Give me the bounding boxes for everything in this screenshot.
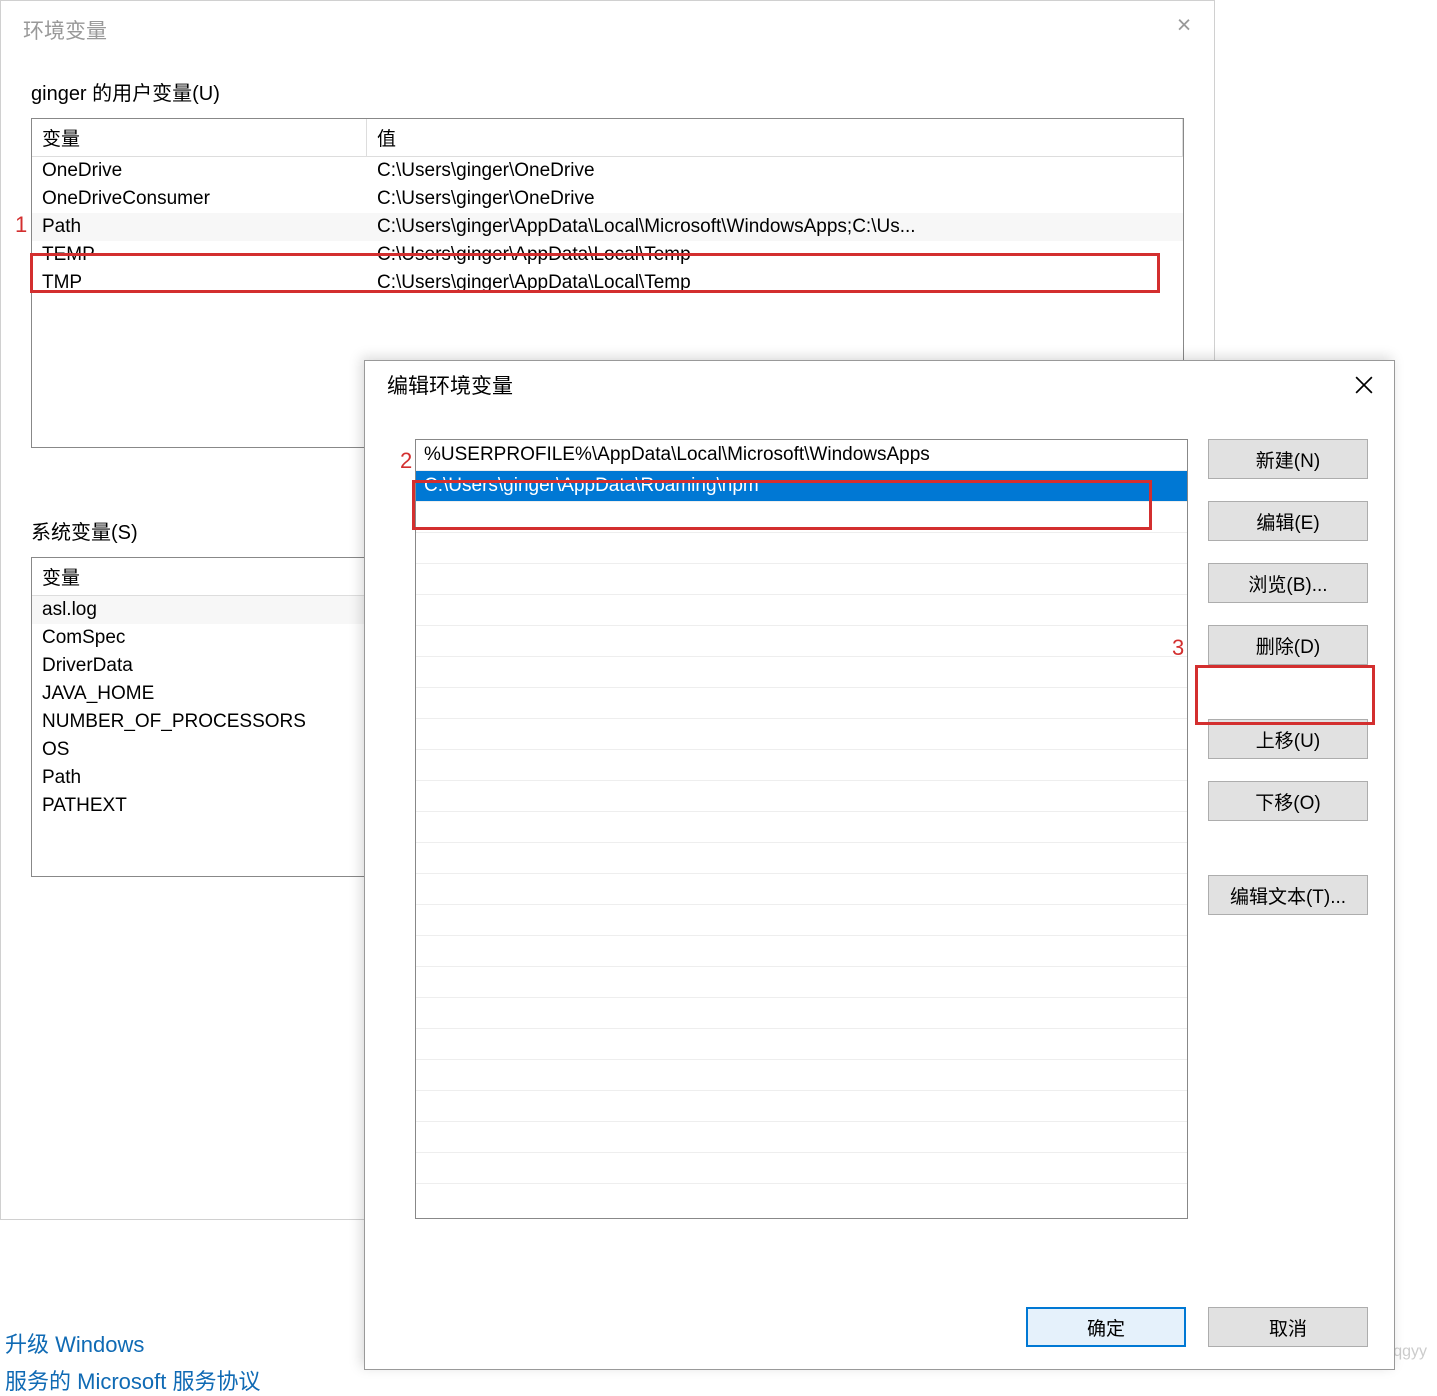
- dialog-footer: 确定 取消: [1026, 1307, 1368, 1347]
- list-item[interactable]: [416, 1029, 1187, 1060]
- header-value[interactable]: 值: [367, 119, 1183, 156]
- table-row[interactable]: TMP C:\Users\ginger\AppData\Local\Temp: [32, 269, 1183, 297]
- list-item[interactable]: [416, 781, 1187, 812]
- close-icon[interactable]: [1334, 361, 1394, 409]
- list-item[interactable]: [416, 874, 1187, 905]
- header-name[interactable]: 变量: [32, 558, 367, 595]
- list-item[interactable]: C:\Users\ginger\AppData\Roaming\npm: [416, 471, 1187, 502]
- annotation-1: 1: [15, 212, 27, 238]
- edit-env-var-window: 编辑环境变量 %USERPROFILE%\AppData\Local\Micro…: [364, 360, 1395, 1370]
- header-name[interactable]: 变量: [32, 119, 367, 156]
- list-item[interactable]: [416, 626, 1187, 657]
- title-bar: 编辑环境变量: [365, 361, 1394, 409]
- list-item[interactable]: [416, 1153, 1187, 1184]
- list-item[interactable]: [416, 595, 1187, 626]
- edit-button[interactable]: 编辑(E): [1208, 501, 1368, 541]
- user-vars-label: ginger 的用户变量(U): [31, 77, 1184, 106]
- list-item[interactable]: [416, 688, 1187, 719]
- table-row[interactable]: Path C:\Users\ginger\AppData\Local\Micro…: [32, 213, 1183, 241]
- new-button[interactable]: 新建(N): [1208, 439, 1368, 479]
- list-item[interactable]: [416, 967, 1187, 998]
- table-row[interactable]: TEMP C:\Users\ginger\AppData\Local\Temp: [32, 241, 1183, 269]
- annotation-3: 3: [1172, 635, 1184, 661]
- upgrade-windows-link[interactable]: 升级 Windows: [5, 1327, 144, 1359]
- list-item[interactable]: [416, 1091, 1187, 1122]
- list-item[interactable]: [416, 1122, 1187, 1153]
- delete-button[interactable]: 删除(D): [1208, 625, 1368, 665]
- ok-button[interactable]: 确定: [1026, 1307, 1186, 1347]
- path-list[interactable]: %USERPROFILE%\AppData\Local\Microsoft\Wi…: [415, 439, 1188, 1219]
- annotation-2: 2: [400, 448, 412, 474]
- list-item[interactable]: [416, 533, 1187, 564]
- list-item[interactable]: [416, 905, 1187, 936]
- list-item[interactable]: [416, 812, 1187, 843]
- list-item[interactable]: [416, 936, 1187, 967]
- table-row[interactable]: OneDrive C:\Users\ginger\OneDrive: [32, 157, 1183, 185]
- list-item[interactable]: [416, 564, 1187, 595]
- browse-button[interactable]: 浏览(B)...: [1208, 563, 1368, 603]
- cancel-button[interactable]: 取消: [1208, 1307, 1368, 1347]
- ms-service-link[interactable]: 服务的 Microsoft 服务协议: [5, 1364, 260, 1396]
- move-down-button[interactable]: 下移(O): [1208, 781, 1368, 821]
- list-item[interactable]: [416, 502, 1187, 533]
- table-header: 变量 值: [32, 119, 1183, 157]
- list-item[interactable]: [416, 719, 1187, 750]
- move-up-button[interactable]: 上移(U): [1208, 719, 1368, 759]
- table-row[interactable]: OneDriveConsumer C:\Users\ginger\OneDriv…: [32, 185, 1183, 213]
- close-icon[interactable]: ×: [1154, 1, 1214, 49]
- edit-window-title: 编辑环境变量: [365, 370, 535, 400]
- list-item[interactable]: [416, 750, 1187, 781]
- edit-text-button[interactable]: 编辑文本(T)...: [1208, 875, 1368, 915]
- list-item[interactable]: [416, 657, 1187, 688]
- list-item[interactable]: [416, 1060, 1187, 1091]
- list-item[interactable]: %USERPROFILE%\AppData\Local\Microsoft\Wi…: [416, 440, 1187, 471]
- list-item[interactable]: [416, 843, 1187, 874]
- window-title: 环境变量: [1, 1, 1214, 59]
- list-item[interactable]: [416, 998, 1187, 1029]
- button-column: 新建(N) 编辑(E) 浏览(B)... 删除(D) 上移(U) 下移(O) 编…: [1208, 439, 1368, 1219]
